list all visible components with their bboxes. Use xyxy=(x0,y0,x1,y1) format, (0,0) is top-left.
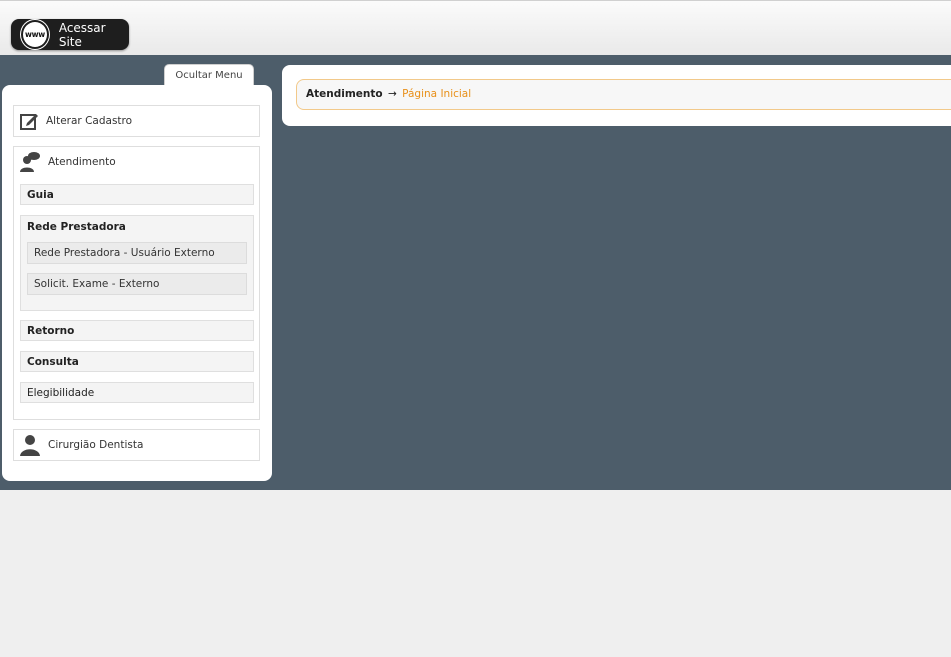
sidebar-section-header[interactable]: Alterar Cadastro xyxy=(14,106,259,136)
breadcrumb-separator: → xyxy=(387,88,397,100)
www-globe-icon: www xyxy=(21,20,49,49)
breadcrumb: Atendimento → Página Inicial xyxy=(296,79,951,110)
chat-user-icon xyxy=(20,152,40,172)
hide-menu-tab[interactable]: Ocultar Menu xyxy=(164,64,254,86)
sidebar-item-label: Atendimento xyxy=(48,156,116,168)
sidebar-section-alterar-cadastro[interactable]: Alterar Cadastro xyxy=(13,105,260,137)
menu-item-rede-usuario-externo[interactable]: Rede Prestadora - Usuário Externo xyxy=(27,242,247,264)
sidebar-item-label: Cirurgião Dentista xyxy=(48,439,144,451)
sidebar: Alterar Cadastro Atendimento Guia Rede P… xyxy=(2,85,272,481)
breadcrumb-root: Atendimento xyxy=(306,88,383,100)
main-area: Ocultar Menu Alterar Cadastro Atendiment xyxy=(0,55,951,490)
breadcrumb-current[interactable]: Página Inicial xyxy=(402,88,471,100)
menu-group-rede-prestadora: Rede Prestadora Rede Prestadora - Usuári… xyxy=(20,215,254,311)
menu-group-title[interactable]: Rede Prestadora xyxy=(27,221,126,233)
menu-item-guia[interactable]: Guia xyxy=(20,184,254,205)
menu-item-retorno[interactable]: Retorno xyxy=(20,320,254,341)
sidebar-section-cirurgiao-dentista[interactable]: Cirurgião Dentista xyxy=(13,429,260,461)
user-icon xyxy=(20,435,40,456)
breadcrumb-panel: Atendimento → Página Inicial xyxy=(282,65,951,126)
sidebar-section-header[interactable]: Atendimento xyxy=(14,147,259,177)
sidebar-section-header[interactable]: Cirurgião Dentista xyxy=(14,430,259,460)
menu-item-consulta[interactable]: Consulta xyxy=(20,351,254,372)
menu-item-elegibilidade[interactable]: Elegibilidade xyxy=(20,382,254,403)
access-site-label: Acessar Site xyxy=(58,20,106,49)
menu-item-solicit-exame-externo[interactable]: Solicit. Exame - Externo xyxy=(27,273,247,295)
sidebar-item-label: Alterar Cadastro xyxy=(46,115,133,127)
sidebar-section-atendimento: Atendimento Guia Rede Prestadora Rede Pr… xyxy=(13,146,260,420)
page-footer-area xyxy=(0,490,951,657)
access-site-button[interactable]: www Acessar Site xyxy=(11,19,129,50)
top-bar: www Acessar Site xyxy=(0,0,951,55)
edit-icon xyxy=(20,114,38,130)
